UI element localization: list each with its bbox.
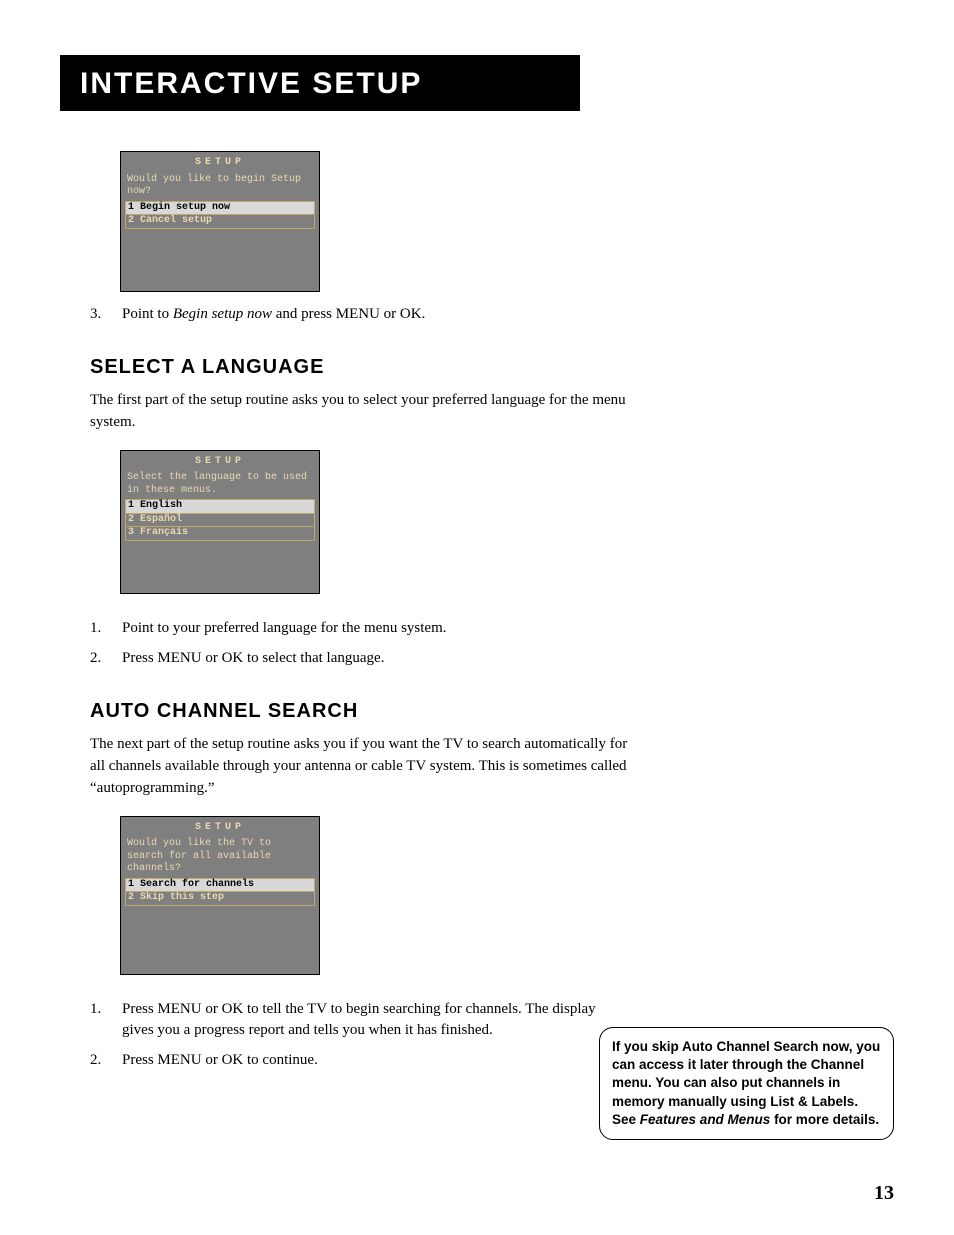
tv-option-label: Cancel setup (140, 215, 212, 226)
step-number: 1. (90, 999, 122, 1043)
step-text-pre: Point to (122, 306, 173, 322)
tv-option-label: Français (140, 527, 188, 538)
step-text-post: and press MENU or OK. (272, 306, 425, 322)
step-number: 2. (90, 1050, 122, 1072)
tv-box-prompt: Would you like to begin Setup now? (121, 174, 319, 199)
step-text: Press MENU or OK to tell the TV to begin… (122, 999, 630, 1043)
tv-option-num: 2 (128, 215, 134, 226)
page-title-text: Interactive Setup (80, 67, 422, 100)
step-text: Point to your preferred language for the… (122, 618, 630, 640)
step-item: 3. Point to Begin setup now and press ME… (90, 304, 630, 326)
tv-option-espanol: 2 Español (125, 514, 315, 528)
tv-option-num: 1 (128, 202, 134, 213)
step-text-emph: Begin setup now (173, 306, 272, 322)
tv-option-begin-now: 1 Begin setup now (125, 201, 315, 216)
tv-option-cancel: 2 Cancel setup (125, 215, 315, 229)
step-list-after-box1: 3. Point to Begin setup now and press ME… (90, 304, 630, 326)
step-list-autosearch: 1. Press MENU or OK to tell the TV to be… (90, 999, 630, 1072)
tv-screenshot-begin-setup: SETUP Would you like to begin Setup now?… (120, 151, 320, 292)
step-item: 1. Point to your preferred language for … (90, 618, 630, 640)
tv-option-label: Skip this step (140, 892, 224, 903)
step-list-language: 1. Point to your preferred language for … (90, 618, 630, 670)
tv-option-label: Begin setup now (140, 202, 230, 213)
step-text: Press MENU or OK to select that language… (122, 648, 630, 670)
tv-option-num: 1 (128, 879, 134, 890)
tv-screenshot-autosearch: SETUP Would you like the TV to search fo… (120, 816, 320, 975)
tv-option-english: 1 English (125, 499, 315, 514)
step-item: 1. Press MENU or OK to tell the TV to be… (90, 999, 630, 1043)
page-title-banner: Interactive Setup (60, 55, 580, 111)
section-heading-autosearch: Auto Channel Search (90, 697, 630, 726)
tv-box-title: SETUP (121, 152, 319, 174)
tv-screenshot-language: SETUP Select the language to be used in … (120, 450, 320, 594)
tv-option-num: 2 (128, 892, 134, 903)
step-number: 2. (90, 648, 122, 670)
tv-option-search-channels: 1 Search for channels (125, 878, 315, 893)
note-text-emph: Features and Menus (640, 1112, 771, 1127)
section-intro-autosearch: The next part of the setup routine asks … (90, 734, 630, 799)
tv-box-options: 1 Begin setup now 2 Cancel setup (121, 201, 319, 229)
section-heading-language: Select a Language (90, 353, 630, 382)
tv-box-options: 1 Search for channels 2 Skip this step (121, 878, 319, 906)
page-number: 13 (874, 1182, 894, 1205)
tv-option-label: Search for channels (140, 879, 254, 890)
tv-option-francais: 3 Français (125, 527, 315, 541)
step-item: 2. Press MENU or OK to select that langu… (90, 648, 630, 670)
step-number: 3. (90, 304, 122, 326)
step-number: 1. (90, 618, 122, 640)
step-text: Press MENU or OK to continue. (122, 1050, 630, 1072)
tv-box-prompt: Select the language to be used in these … (121, 472, 319, 497)
tv-box-title: SETUP (121, 451, 319, 473)
tv-option-num: 2 (128, 514, 134, 525)
tv-box-options: 1 English 2 Español 3 Français (121, 499, 319, 541)
tv-option-skip-step: 2 Skip this step (125, 892, 315, 906)
callout-note-autosearch: If you skip Auto Channel Search now, you… (599, 1027, 894, 1140)
tv-option-num: 3 (128, 527, 134, 538)
tv-box-title: SETUP (121, 817, 319, 839)
tv-option-num: 1 (128, 500, 134, 511)
tv-box-prompt: Would you like the TV to search for all … (121, 838, 319, 876)
section-intro-language: The first part of the setup routine asks… (90, 390, 630, 434)
step-item: 2. Press MENU or OK to continue. (90, 1050, 630, 1072)
tv-option-label: English (140, 500, 182, 511)
tv-option-label: Español (140, 514, 182, 525)
note-text-part2: for more details. (770, 1112, 879, 1127)
step-text: Point to Begin setup now and press MENU … (122, 304, 630, 326)
